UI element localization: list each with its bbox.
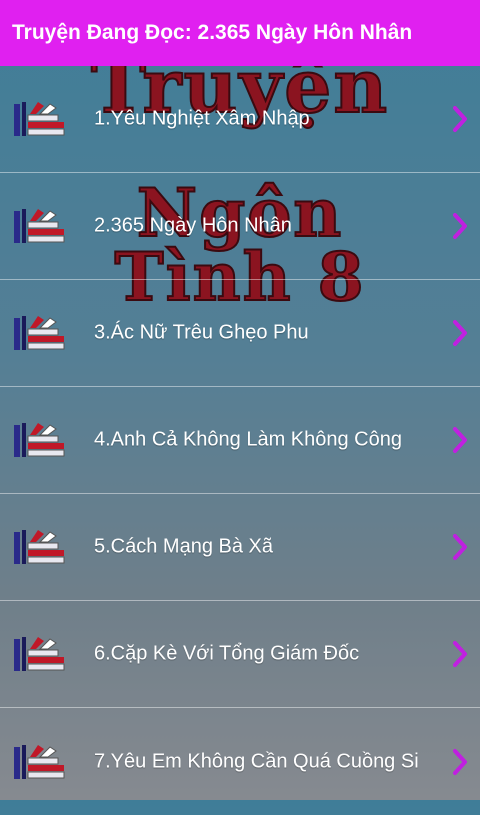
chevron-right-icon[interactable] (452, 319, 468, 347)
story-list: 1.Yêu Nghiệt Xâm Nhập 2.365 Ngày Hôn Nhâ… (0, 66, 480, 815)
book-stack-icon (14, 423, 65, 457)
book-stack-icon (14, 209, 65, 243)
list-item-label: 4.Anh Cả Không Làm Không Công (94, 428, 402, 451)
list-item[interactable]: 5.Cách Mạng Bà Xã (0, 494, 480, 601)
list-item[interactable]: 3.Ác Nữ Trêu Ghẹo Phu (0, 280, 480, 387)
list-item-label: 5.Cách Mạng Bà Xã (94, 535, 273, 558)
chevron-right-icon[interactable] (452, 212, 468, 240)
list-item[interactable]: 7.Yêu Em Không Cần Quá Cuồng Si (0, 708, 480, 815)
chevron-right-icon[interactable] (452, 533, 468, 561)
chevron-right-icon[interactable] (452, 640, 468, 668)
list-item[interactable]: 4.Anh Cả Không Làm Không Công (0, 387, 480, 494)
book-stack-icon (14, 102, 65, 136)
page-title: Truyện Đang Đọc: 2.365 Ngày Hôn Nhân (12, 21, 413, 44)
app-title-bar: Truyện Đang Đọc: 2.365 Ngày Hôn Nhân (0, 0, 480, 66)
chevron-right-icon[interactable] (452, 426, 468, 454)
book-stack-icon (14, 530, 65, 564)
list-item-label: 3.Ác Nữ Trêu Ghẹo Phu (94, 321, 309, 344)
list-item-label: 2.365 Ngày Hôn Nhân (94, 214, 292, 237)
list-item[interactable]: 2.365 Ngày Hôn Nhân (0, 173, 480, 280)
chevron-right-icon[interactable] (452, 105, 468, 133)
list-item-label: 1.Yêu Nghiệt Xâm Nhập (94, 107, 310, 130)
book-stack-icon (14, 744, 65, 779)
list-item-label: 7.Yêu Em Không Cần Quá Cuồng Si (94, 750, 419, 772)
book-stack-icon (14, 316, 65, 350)
list-item[interactable]: 6.Cặp Kè Với Tổng Giám Đốc (0, 601, 480, 708)
book-stack-icon (14, 637, 65, 671)
chevron-right-icon[interactable] (452, 748, 468, 776)
list-item-label: 6.Cặp Kè Với Tổng Giám Đốc (94, 642, 360, 665)
list-item[interactable]: 1.Yêu Nghiệt Xâm Nhập (0, 66, 480, 173)
